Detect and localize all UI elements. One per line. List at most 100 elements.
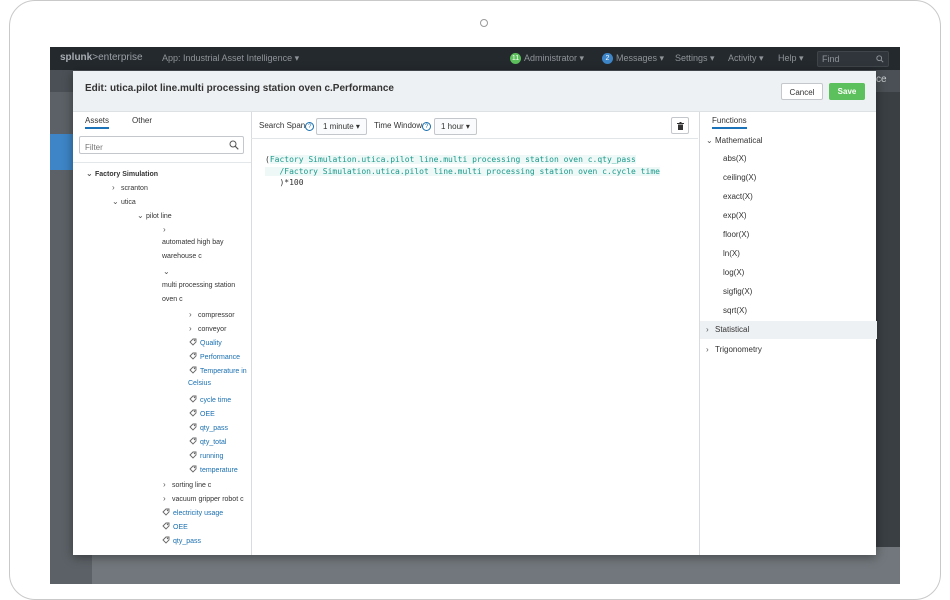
metric-item[interactable]: cycle time	[189, 395, 231, 404]
metric-item[interactable]: Quality	[189, 338, 222, 347]
save-button[interactable]: Save	[829, 83, 865, 100]
function-item[interactable]: sigfig(X)	[723, 287, 752, 296]
expression-pane: Search Span? 1 minute ▾ Time Window? 1 h…	[251, 112, 698, 555]
metric-label: temperature	[200, 467, 238, 474]
tree-label: scranton	[121, 185, 148, 192]
tree-item-sorting-line[interactable]: › sorting line c	[163, 480, 211, 489]
tree-item-pilot-line[interactable]: ⌄ pilot line	[137, 211, 172, 220]
tree-item-ahbw-line2[interactable]: warehouse c	[162, 253, 202, 260]
tag-icon	[189, 366, 197, 374]
expression-editor[interactable]: (Factory Simulation.utica.pilot line.mul…	[265, 154, 660, 189]
metric-item[interactable]: electricity usage	[162, 508, 223, 517]
metric-item[interactable]: Temperature in	[189, 366, 247, 375]
metric-item[interactable]: qty_pass	[189, 423, 228, 432]
activity-menu[interactable]: Activity ▾	[728, 53, 764, 64]
functions-section-trigonometry[interactable]: › Trigonometry	[700, 341, 877, 359]
function-item[interactable]: sqrt(X)	[723, 306, 747, 315]
function-item[interactable]: exact(X)	[723, 192, 753, 201]
metric-item[interactable]: running	[189, 451, 223, 460]
metric-item[interactable]: Performance	[189, 352, 240, 361]
tab-other[interactable]: Other	[132, 116, 152, 125]
admin-badge: 11	[510, 53, 521, 65]
functions-pane: Functions ⌄ Mathematical abs(X) ceiling(X)…	[699, 112, 877, 555]
search-icon[interactable]	[229, 140, 239, 150]
time-window-text: Time Window	[374, 121, 423, 130]
chevron-right-icon[interactable]: ›	[189, 310, 196, 319]
tree-item-scranton[interactable]: › scranton	[112, 183, 148, 192]
tree-item-compressor[interactable]: › compressor	[189, 310, 235, 319]
find-input[interactable]: Find	[817, 51, 889, 67]
app-menu[interactable]: App: Industrial Asset Intelligence ▾	[162, 53, 299, 64]
help-icon[interactable]: ?	[422, 122, 432, 131]
chevron-right-icon[interactable]: ›	[112, 183, 119, 192]
chevron-right-icon[interactable]: ›	[163, 480, 170, 489]
tree-label: compressor	[198, 312, 235, 319]
chevron-right-icon[interactable]: ›	[706, 321, 713, 339]
function-item[interactable]: exp(X)	[723, 211, 747, 220]
chevron-right-icon[interactable]: ›	[163, 494, 170, 503]
messages-menu[interactable]: 2 Messages ▾	[602, 53, 664, 65]
filter-field[interactable]	[79, 136, 244, 156]
function-item[interactable]: ln(X)	[723, 249, 740, 258]
chevron-down-icon[interactable]: ⌄	[86, 169, 93, 178]
filter-input[interactable]	[80, 139, 230, 156]
functions-section-mathematical[interactable]: ⌄ Mathematical	[700, 132, 877, 150]
tag-icon	[189, 423, 197, 431]
help-icon[interactable]: ?	[305, 122, 315, 131]
chevron-right-icon[interactable]: ›	[163, 225, 172, 234]
tree-label: Factory Simulation	[95, 171, 159, 178]
screen: splunk>enterprise App: Industrial Asset …	[50, 47, 900, 584]
metric-item[interactable]: qty_pass	[162, 536, 201, 545]
tree-item-factory-simulation[interactable]: ⌄ Factory Simulation	[86, 169, 158, 178]
search-span-text: Search Span	[259, 121, 306, 130]
code-close: )*100	[265, 178, 304, 187]
metric-item[interactable]: OEE	[162, 522, 188, 531]
functions-section-statistical[interactable]: › Statistical	[700, 321, 877, 339]
chevron-down-icon[interactable]: ⌄	[163, 267, 172, 276]
admin-label: Administrator ▾	[524, 53, 585, 63]
function-item[interactable]: log(X)	[723, 268, 744, 277]
tag-icon	[189, 338, 197, 346]
metric-item[interactable]: OEE	[189, 409, 215, 418]
chevron-right-icon[interactable]: ›	[706, 341, 713, 359]
metric-label: qty_pass	[200, 425, 229, 432]
tab-assets[interactable]: Assets	[85, 116, 110, 129]
metric-label: OEE	[200, 411, 215, 418]
metric-item[interactable]: temperature	[189, 465, 238, 474]
delete-button[interactable]	[671, 117, 689, 134]
search-span-dropdown[interactable]: 1 minute ▾	[316, 118, 367, 135]
metric-item[interactable]: qty_total	[189, 437, 226, 446]
chevron-down-icon[interactable]: ⌄	[112, 197, 119, 206]
function-item[interactable]: floor(X)	[723, 230, 749, 239]
expression-toolbar: Search Span? 1 minute ▾ Time Window? 1 h…	[251, 112, 698, 139]
modal-header: Edit: utica.pilot line.multi processing …	[73, 71, 876, 112]
tree-label: vacuum gripper robot c	[172, 496, 244, 503]
modal-title: Edit: utica.pilot line.multi processing …	[85, 83, 394, 94]
logo-suffix: >enterprise	[92, 52, 143, 63]
chevron-down-icon[interactable]: ⌄	[706, 132, 713, 150]
tree-item-vacuum-gripper[interactable]: › vacuum gripper robot c	[163, 494, 244, 503]
settings-menu[interactable]: Settings ▾	[675, 53, 715, 64]
metric-label: electricity usage	[173, 510, 224, 517]
help-menu[interactable]: Help ▾	[778, 53, 804, 64]
tree-item-mps[interactable]: multi processing station	[162, 282, 235, 289]
function-item[interactable]: ceiling(X)	[723, 173, 756, 182]
function-item[interactable]: abs(X)	[723, 154, 747, 163]
tree-item-ahbw[interactable]: automated high bay	[162, 239, 224, 246]
code-divide: /	[265, 166, 285, 176]
tree-item-mps-line2[interactable]: oven c	[162, 296, 183, 303]
metric-label: OEE	[173, 524, 188, 531]
chevron-down-icon[interactable]: ⌄	[137, 211, 144, 220]
metric-label-continuation[interactable]: Celsius	[188, 380, 211, 387]
admin-menu[interactable]: 11 Administrator ▾	[510, 53, 585, 65]
splunk-logo[interactable]: splunk>enterprise	[60, 52, 143, 63]
find-placeholder: Find	[822, 54, 840, 64]
tab-functions[interactable]: Functions	[712, 116, 747, 129]
tree-item-conveyor[interactable]: › conveyor	[189, 324, 226, 333]
cancel-button[interactable]: Cancel	[781, 83, 823, 100]
chevron-right-icon[interactable]: ›	[189, 324, 196, 333]
tree-label: sorting line c	[172, 482, 212, 489]
time-window-dropdown[interactable]: 1 hour ▾	[434, 118, 477, 135]
tree-item-utica[interactable]: ⌄ utica	[112, 197, 136, 206]
tree-label: pilot line	[146, 213, 172, 220]
